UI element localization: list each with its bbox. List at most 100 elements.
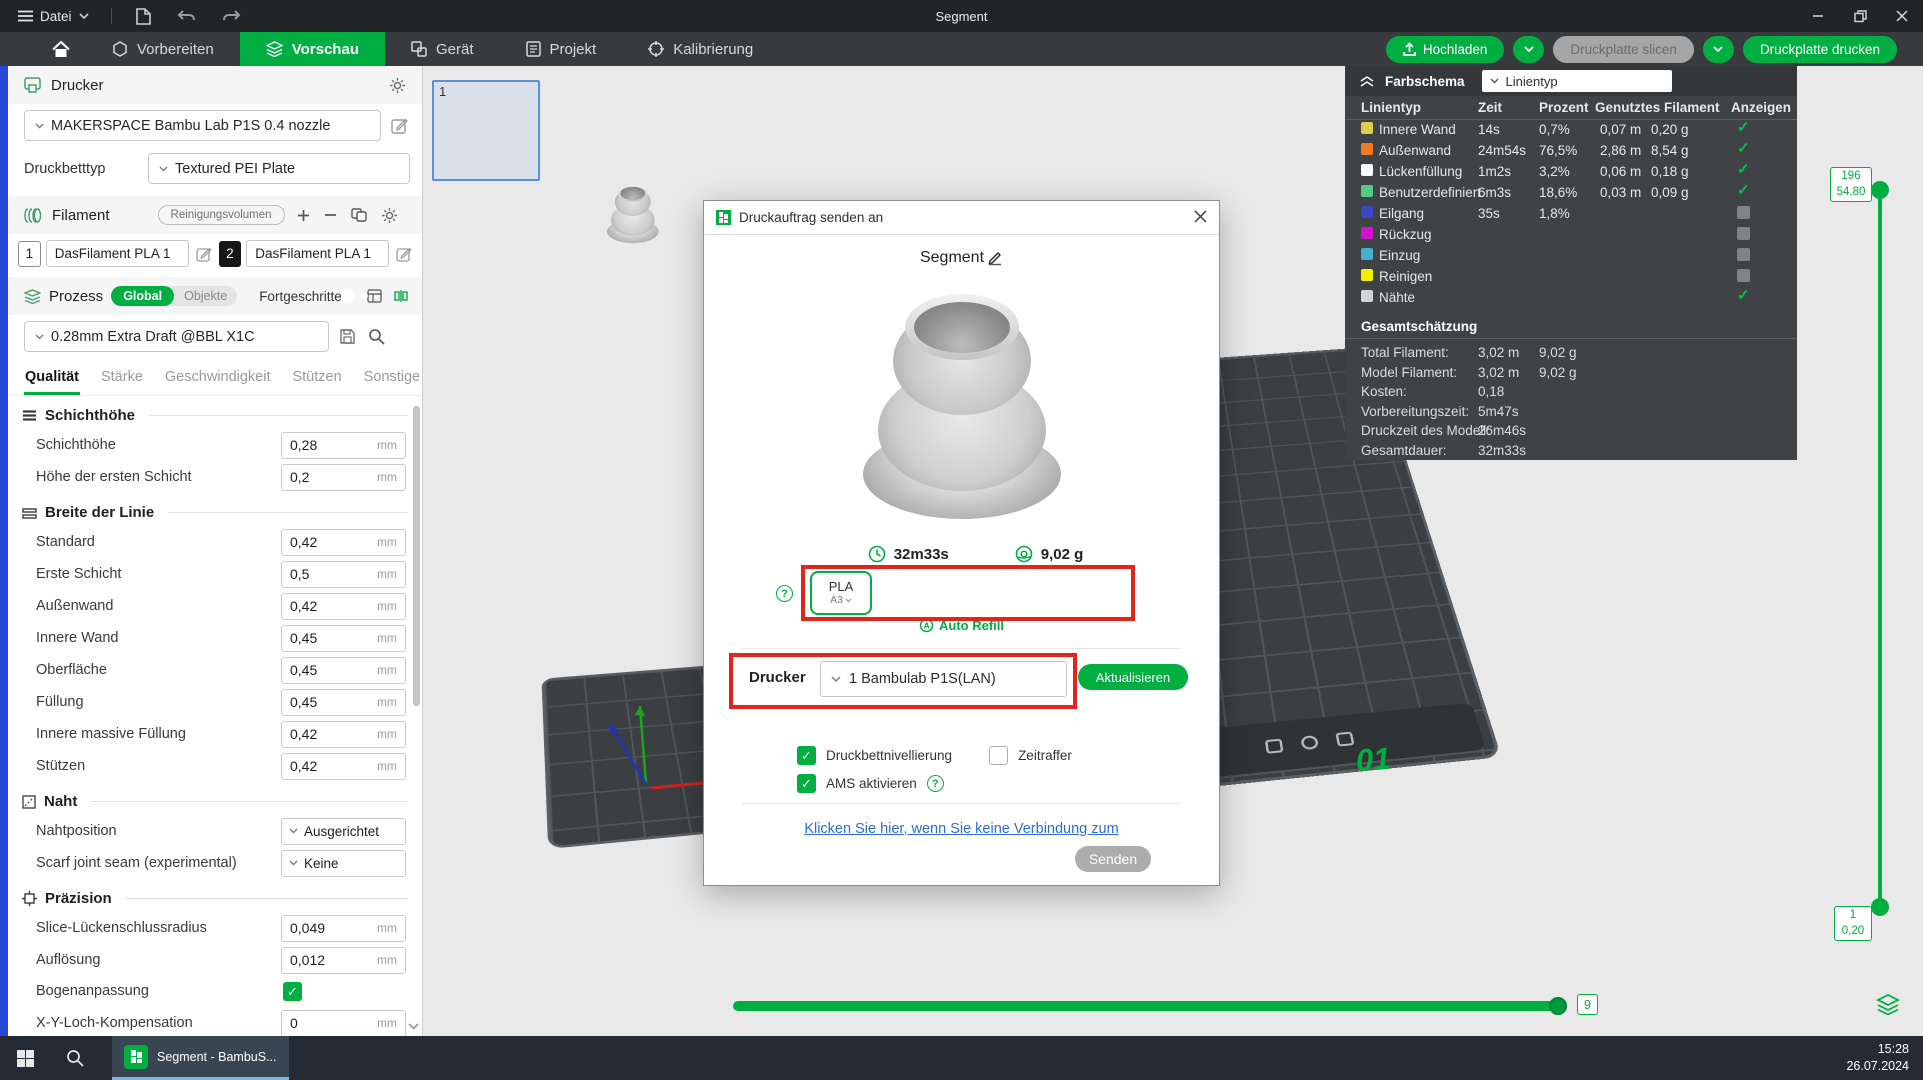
bed-type-select[interactable]: Textured PEI Plate xyxy=(148,153,410,184)
auto-refill-button[interactable]: A Auto Refill xyxy=(704,618,1219,633)
collapse-panel-icon[interactable] xyxy=(1360,76,1374,87)
send-button[interactable]: Senden xyxy=(1075,846,1151,872)
layer-slider-top-handle[interactable] xyxy=(1871,181,1889,199)
visibility-checkbox[interactable] xyxy=(1737,269,1750,282)
scope-global[interactable]: Global xyxy=(111,286,174,306)
view-mode-select[interactable]: Linientyp xyxy=(1482,70,1672,92)
process-preset-select[interactable]: 0.28mm Extra Draft @BBL X1C xyxy=(24,321,329,352)
taskbar-search-icon[interactable] xyxy=(50,1036,100,1080)
setting-select[interactable]: Keine xyxy=(281,850,406,877)
visibility-checkbox[interactable] xyxy=(1737,206,1750,219)
save-preset-icon[interactable] xyxy=(337,326,358,347)
slice-plate-button[interactable]: Druckplatte slicen xyxy=(1553,36,1694,63)
send-print-job-dialog: Druckauftrag senden an Segment 32m33s 9,… xyxy=(703,200,1220,886)
scope-toggle[interactable]: Global Objekte xyxy=(111,286,237,306)
file-menu[interactable]: Datei xyxy=(12,5,95,28)
print-dropdown-button[interactable] xyxy=(1703,36,1734,63)
tab-geraet[interactable]: Gerät xyxy=(385,32,500,66)
flushing-volumes-button[interactable]: Reinigungsvolumen xyxy=(158,205,285,225)
setting-input[interactable]: 0,5mm xyxy=(281,561,406,588)
edit-printer-icon[interactable] xyxy=(389,115,410,136)
setting-input[interactable]: 0,42mm xyxy=(281,721,406,748)
ams-sync-icon[interactable] xyxy=(349,206,369,224)
print-plate-button[interactable]: Druckplatte drucken xyxy=(1743,36,1897,63)
taskbar-clock[interactable]: 15:28 26.07.2024 xyxy=(1846,1041,1923,1075)
parameter-table-icon[interactable] xyxy=(365,287,384,305)
search-preset-icon[interactable] xyxy=(366,326,387,347)
tab-projekt[interactable]: Projekt xyxy=(500,32,623,66)
tab-stuetzen[interactable]: Stützen xyxy=(291,360,342,395)
step-slider-handle[interactable] xyxy=(1549,997,1567,1015)
setting-input[interactable]: 0,28mm xyxy=(281,432,406,459)
minimize-button[interactable] xyxy=(1797,0,1839,32)
setting-input[interactable]: 0,012mm xyxy=(281,947,406,974)
remove-filament-button[interactable] xyxy=(322,211,339,219)
tab-sonstige[interactable]: Sonstige xyxy=(363,360,421,395)
printer-select[interactable]: MAKERSPACE Bambu Lab P1S 0.4 nozzle xyxy=(24,110,381,141)
setting-input[interactable]: 0,45mm xyxy=(281,657,406,684)
tab-geschwindigkeit[interactable]: Geschwindigkeit xyxy=(164,360,272,395)
redo-button[interactable] xyxy=(214,7,249,26)
upload-button[interactable]: Hochladen xyxy=(1386,36,1505,63)
tab-vorbereiten[interactable]: Vorbereiten xyxy=(86,32,240,66)
setting-input[interactable]: 0,42mm xyxy=(281,593,406,620)
visibility-checkbox[interactable] xyxy=(1737,185,1750,198)
filament-2-name[interactable]: DasFilament PLA 1 xyxy=(246,240,389,267)
scroll-down-icon[interactable] xyxy=(408,1023,419,1030)
edit-filament-2-icon[interactable] xyxy=(394,244,414,264)
taskbar-app-bambustudio[interactable]: Segment - BambuS... xyxy=(112,1036,289,1080)
ams-help-icon[interactable]: ? xyxy=(927,775,944,792)
home-button[interactable] xyxy=(36,32,86,66)
undo-button[interactable] xyxy=(169,7,204,26)
filament-1-name[interactable]: DasFilament PLA 1 xyxy=(46,240,189,267)
visibility-checkbox[interactable] xyxy=(1737,164,1750,177)
edit-filament-1-icon[interactable] xyxy=(194,244,214,264)
tab-qualitaet[interactable]: Qualität xyxy=(24,360,80,395)
connection-help-link[interactable]: Klicken Sie hier, wenn Sie keine Verbind… xyxy=(704,821,1219,837)
close-button[interactable] xyxy=(1881,0,1923,32)
filament-1-index[interactable]: 1 xyxy=(18,241,41,267)
visibility-checkbox[interactable] xyxy=(1737,227,1750,240)
setting-input[interactable]: 0,42mm xyxy=(281,753,406,780)
new-project-button[interactable] xyxy=(128,5,159,28)
ams-mapping-help-icon[interactable]: ? xyxy=(776,585,793,602)
bed-leveling-checkbox[interactable]: ✓ xyxy=(797,746,816,765)
setting-input[interactable]: 0mm xyxy=(281,1010,406,1037)
visibility-checkbox[interactable] xyxy=(1737,122,1750,135)
layers-view-icon[interactable] xyxy=(1876,993,1900,1015)
setting-select[interactable]: Ausgerichtet xyxy=(281,818,406,845)
restore-button[interactable] xyxy=(1839,0,1881,32)
plate-thumbnail[interactable]: 1 xyxy=(432,80,540,181)
add-filament-button[interactable] xyxy=(295,207,312,224)
ams-slot-chip[interactable]: PLA A3 xyxy=(810,571,872,615)
setting-input[interactable]: 0,42mm xyxy=(281,529,406,556)
visibility-checkbox[interactable] xyxy=(1737,143,1750,156)
sidebar-scrollbar[interactable] xyxy=(413,406,420,706)
setting-input[interactable]: 0,45mm xyxy=(281,689,406,716)
timelapse-checkbox[interactable]: ✓ xyxy=(989,746,1008,765)
setting-input[interactable]: 0,049mm xyxy=(281,915,406,942)
setting-input[interactable]: 0,45mm xyxy=(281,625,406,652)
compare-presets-icon[interactable] xyxy=(392,287,410,305)
refresh-printers-button[interactable]: Aktualisieren xyxy=(1078,664,1188,690)
filament-2-index[interactable]: 2 xyxy=(219,241,242,267)
slice-dropdown-button[interactable] xyxy=(1513,36,1544,63)
filament-settings-gear-icon[interactable] xyxy=(379,205,400,226)
scope-objects[interactable]: Objekte xyxy=(174,286,237,306)
setting-checkbox[interactable]: ✓ xyxy=(283,982,302,1001)
ams-enable-checkbox[interactable]: ✓ xyxy=(797,774,816,793)
step-slider-track[interactable] xyxy=(733,1001,1565,1011)
tab-vorschau[interactable]: Vorschau xyxy=(240,32,385,66)
target-printer-select[interactable]: 1 Bambulab P1S(LAN) xyxy=(820,661,1067,697)
visibility-checkbox[interactable] xyxy=(1737,248,1750,261)
visibility-checkbox[interactable] xyxy=(1737,290,1750,303)
tab-staerke[interactable]: Stärke xyxy=(100,360,144,395)
start-button[interactable] xyxy=(0,1036,50,1080)
tab-kalibrierung[interactable]: Kalibrierung xyxy=(622,32,779,66)
printer-settings-gear-icon[interactable] xyxy=(389,77,406,94)
layer-slider-track[interactable] xyxy=(1878,188,1882,910)
layer-slider-bottom-handle[interactable] xyxy=(1871,898,1889,916)
dialog-close-icon[interactable] xyxy=(1194,210,1207,223)
edit-job-name-icon[interactable] xyxy=(987,250,1003,266)
setting-input[interactable]: 0,2mm xyxy=(281,464,406,491)
